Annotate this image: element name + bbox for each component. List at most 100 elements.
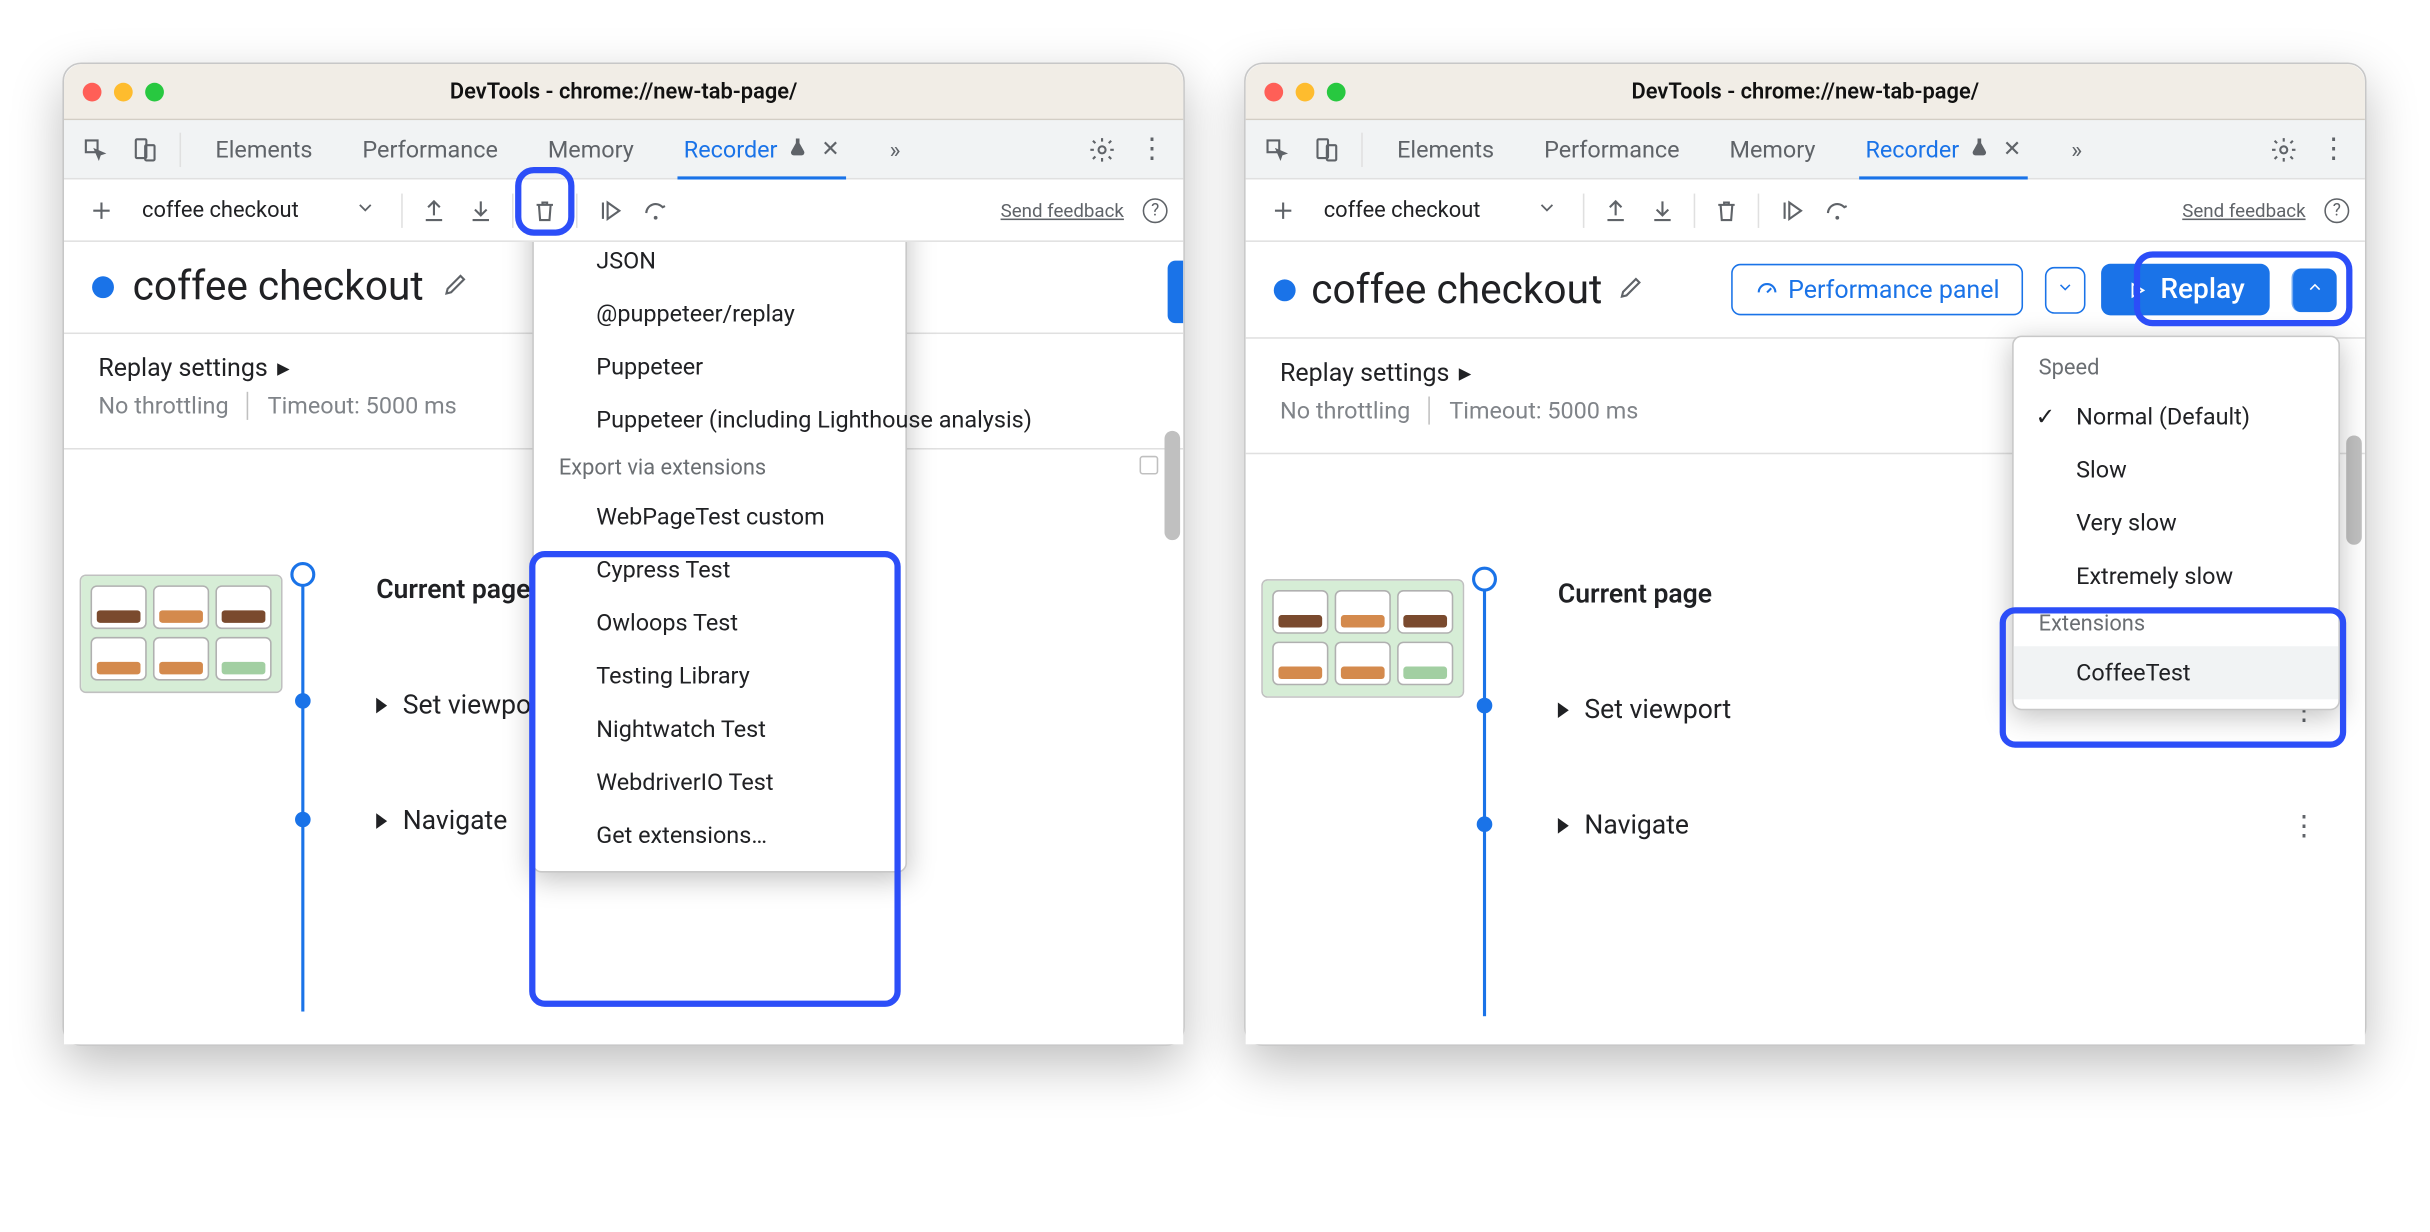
send-feedback-link[interactable]: Send feedback bbox=[1001, 199, 1124, 221]
step-label: Set viewport bbox=[403, 690, 550, 721]
tab-performance[interactable]: Performance bbox=[341, 120, 520, 178]
step-over-icon[interactable] bbox=[634, 188, 678, 232]
gear-icon[interactable] bbox=[1080, 127, 1124, 171]
replay-button[interactable]: Replay bbox=[2101, 264, 2270, 316]
import-icon[interactable] bbox=[1594, 188, 1638, 232]
devtools-window-export: DevTools - chrome://new-tab-page/ Elemen… bbox=[62, 62, 1184, 1045]
timeline-expand-icon[interactable] bbox=[1140, 456, 1159, 475]
export-get-extensions[interactable]: Get extensions… bbox=[534, 809, 906, 862]
recording-selector[interactable]: coffee checkout bbox=[126, 190, 391, 231]
step-play-icon[interactable] bbox=[587, 188, 631, 232]
step-navigate[interactable]: Navigate bbox=[1558, 810, 1689, 841]
cropped-button-edge bbox=[1168, 261, 1184, 323]
device-toolbar-icon[interactable] bbox=[123, 127, 167, 171]
scrollbar-thumb[interactable] bbox=[1165, 431, 1181, 540]
caret-right-icon: ▸ bbox=[1459, 357, 1472, 387]
throttling-value: No throttling bbox=[98, 392, 228, 420]
caret-right-icon bbox=[376, 813, 387, 829]
export-webdriverio[interactable]: WebdriverIO Test bbox=[534, 756, 906, 809]
new-recording-icon[interactable] bbox=[1261, 188, 1305, 232]
tab-elements[interactable]: Elements bbox=[194, 120, 335, 178]
performance-panel-label: Performance panel bbox=[1788, 275, 1999, 305]
more-menu-icon[interactable]: ⋮ bbox=[2312, 127, 2356, 171]
export-puppeteer[interactable]: Puppeteer bbox=[534, 340, 906, 393]
device-toolbar-icon[interactable] bbox=[1305, 127, 1349, 171]
step-label: Current page bbox=[376, 574, 530, 605]
delete-icon[interactable] bbox=[523, 188, 567, 232]
speed-ext-coffeetest[interactable]: CoffeeTest bbox=[2014, 646, 2339, 699]
speed-extremely-slow[interactable]: Extremely slow bbox=[2014, 549, 2339, 602]
help-icon[interactable]: ? bbox=[1143, 197, 1168, 222]
inspect-icon[interactable] bbox=[1255, 127, 1299, 171]
timeline-node[interactable] bbox=[290, 562, 315, 587]
step-label: Navigate bbox=[1584, 810, 1689, 841]
tab-performance[interactable]: Performance bbox=[1522, 120, 1701, 178]
close-tab-icon[interactable]: ✕ bbox=[2003, 137, 2021, 162]
step-play-icon[interactable] bbox=[1769, 188, 1813, 232]
export-testing-library[interactable]: Testing Library bbox=[534, 649, 906, 702]
gear-icon[interactable] bbox=[2262, 127, 2306, 171]
delete-icon[interactable] bbox=[1705, 188, 1749, 232]
timeline-node[interactable] bbox=[1472, 567, 1497, 592]
recording-selector[interactable]: coffee checkout bbox=[1308, 190, 1573, 231]
import-icon[interactable] bbox=[412, 188, 456, 232]
step-current-page[interactable]: Current page bbox=[376, 574, 530, 605]
speed-slow[interactable]: Slow bbox=[2014, 443, 2339, 496]
step-label: Current page bbox=[1558, 579, 1712, 610]
export-icon[interactable] bbox=[1641, 188, 1685, 232]
recording-selector-label: coffee checkout bbox=[142, 197, 299, 222]
export-owloops[interactable]: Owloops Test bbox=[534, 596, 906, 649]
new-recording-icon[interactable] bbox=[80, 188, 124, 232]
more-menu-icon[interactable]: ⋮ bbox=[1130, 127, 1174, 171]
caret-right-icon: ▸ bbox=[277, 353, 290, 383]
tab-elements[interactable]: Elements bbox=[1375, 120, 1516, 178]
export-webpagetest[interactable]: WebPageTest custom bbox=[534, 490, 906, 543]
step-set-viewport[interactable]: Set viewport bbox=[1558, 695, 1731, 726]
edit-title-icon[interactable] bbox=[1618, 272, 1646, 306]
timeline-node[interactable] bbox=[295, 693, 311, 709]
step-set-viewport[interactable]: Set viewport bbox=[376, 690, 549, 721]
edit-title-icon[interactable] bbox=[442, 270, 470, 304]
flask-icon bbox=[1969, 135, 1991, 163]
step-current-page[interactable]: Current page bbox=[1558, 579, 1712, 610]
help-icon[interactable]: ? bbox=[2324, 197, 2349, 222]
devtools-tabs: Elements Performance Memory Recorder ✕ »… bbox=[64, 120, 1183, 179]
step-options-icon[interactable]: ⋮ bbox=[2290, 810, 2318, 843]
step-over-icon[interactable] bbox=[1815, 188, 1859, 232]
step-navigate[interactable]: Navigate bbox=[376, 805, 507, 836]
window-title: DevTools - chrome://new-tab-page/ bbox=[64, 79, 1183, 104]
export-json[interactable]: JSON bbox=[534, 242, 906, 287]
timeline-node[interactable] bbox=[1477, 698, 1493, 714]
replay-button-label: Replay bbox=[2160, 273, 2244, 306]
export-puppeteer-lighthouse[interactable]: Puppeteer (including Lighthouse analysis… bbox=[534, 393, 906, 446]
speed-very-slow[interactable]: Very slow bbox=[2014, 496, 2339, 549]
timeline-node[interactable] bbox=[295, 812, 311, 828]
export-icon[interactable] bbox=[459, 188, 503, 232]
tab-recorder[interactable]: Recorder ✕ bbox=[662, 120, 861, 178]
tab-recorder[interactable]: Recorder ✕ bbox=[1844, 120, 2043, 178]
recording-dot-icon bbox=[1274, 279, 1296, 301]
replay-speed-dropdown[interactable] bbox=[2292, 268, 2337, 312]
tab-memory[interactable]: Memory bbox=[526, 120, 656, 178]
chevron-down-icon bbox=[1536, 196, 1558, 224]
close-tab-icon[interactable]: ✕ bbox=[821, 137, 839, 162]
speed-normal[interactable]: Normal (Default) bbox=[2014, 390, 2339, 443]
caret-right-icon bbox=[376, 698, 387, 714]
export-puppeteer-replay[interactable]: @puppeteer/replay bbox=[534, 287, 906, 340]
scrollbar-thumb[interactable] bbox=[2346, 436, 2362, 545]
export-cypress[interactable]: Cypress Test bbox=[534, 543, 906, 596]
recording-dot-icon bbox=[92, 276, 114, 298]
send-feedback-link[interactable]: Send feedback bbox=[2182, 199, 2305, 221]
tabs-overflow[interactable]: » bbox=[2049, 120, 2104, 178]
replay-speed-menu: Speed Normal (Default) Slow Very slow Ex… bbox=[2012, 336, 2340, 711]
performance-panel-button[interactable]: Performance panel bbox=[1730, 264, 2023, 316]
speed-ext-header: Extensions bbox=[2014, 603, 2339, 647]
page-thumbnail bbox=[1261, 579, 1464, 698]
tab-recorder-label: Recorder bbox=[684, 135, 778, 163]
tab-memory[interactable]: Memory bbox=[1708, 120, 1838, 178]
inspect-icon[interactable] bbox=[73, 127, 117, 171]
performance-panel-dropdown[interactable] bbox=[2045, 266, 2086, 313]
tabs-overflow[interactable]: » bbox=[868, 120, 923, 178]
export-nightwatch[interactable]: Nightwatch Test bbox=[534, 702, 906, 755]
timeline-node[interactable] bbox=[1477, 816, 1493, 832]
